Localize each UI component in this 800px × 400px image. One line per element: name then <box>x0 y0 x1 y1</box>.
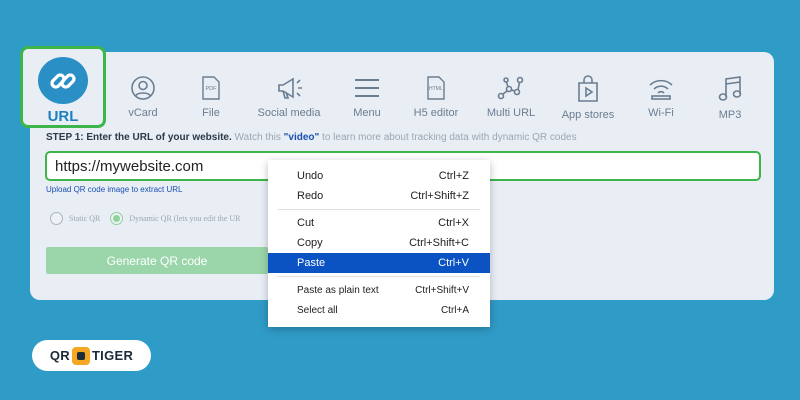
menu-item-label: Select all <box>297 304 338 316</box>
tab-app-stores-label: App stores <box>561 109 615 121</box>
qr-type-selector: Static QR Dynamic QR (lets you edit the … <box>50 212 240 225</box>
menu-item-shortcut: Ctrl+Shift+V <box>415 284 469 296</box>
menu-item-label: Copy <box>297 237 323 249</box>
menu-item-label: Redo <box>297 190 324 202</box>
tab-mp3-label: MP3 <box>718 109 742 121</box>
menu-item-paste-plain[interactable]: Paste as plain text Ctrl+Shift+V <box>268 280 490 300</box>
tab-menu[interactable]: Menu <box>327 75 407 119</box>
step-hint-before: Watch this <box>231 132 284 143</box>
menu-separator <box>278 209 480 210</box>
menu-separator <box>278 276 480 277</box>
step-title: STEP 1: Enter the URL of your website. <box>46 132 232 143</box>
tab-social-media[interactable]: Social media <box>249 75 329 119</box>
svg-text:HTML: HTML <box>429 86 443 92</box>
tab-file-label: File <box>202 107 220 119</box>
menu-item-undo[interactable]: Undo Ctrl+Z <box>268 166 490 186</box>
tab-mp3[interactable]: MP3 <box>690 75 770 121</box>
menu-item-label: Paste <box>297 257 326 269</box>
menu-item-label: Undo <box>297 170 324 182</box>
menu-item-label: Paste as plain text <box>297 284 379 296</box>
menu-item-shortcut: Ctrl+Shift+C <box>409 237 469 249</box>
pdf-file-icon: PDF <box>202 76 220 100</box>
menu-item-select-all[interactable]: Select all Ctrl+A <box>268 300 490 320</box>
tab-multi-url[interactable]: Multi URL <box>471 75 551 119</box>
step-hint-after: to learn more about tracking data with d… <box>319 132 577 143</box>
logo-text-right: TIGER <box>91 348 134 363</box>
video-link[interactable]: "video" <box>284 132 320 143</box>
upload-qr-link[interactable]: Upload QR code image to extract URL <box>46 185 183 194</box>
user-icon <box>131 76 155 100</box>
shopping-bag-icon <box>578 75 598 102</box>
step-instructions: STEP 1: Enter the URL of your website. W… <box>46 132 577 143</box>
static-qr-radio[interactable] <box>50 212 63 225</box>
megaphone-icon <box>278 77 302 99</box>
network-icon <box>497 76 524 100</box>
menu-item-label: Cut <box>297 217 315 229</box>
menu-item-shortcut: Ctrl+A <box>440 304 469 316</box>
tab-multi-url-label: Multi URL <box>486 107 536 119</box>
dynamic-qr-label: Dynamic QR (lets you edit the UR <box>129 214 241 223</box>
wifi-icon <box>649 79 673 100</box>
tab-h5-editor[interactable]: HTML H5 editor <box>396 75 476 119</box>
qr-tiger-logo: QR TIGER <box>32 340 151 371</box>
tab-url[interactable]: URL <box>20 46 106 128</box>
dynamic-qr-radio[interactable] <box>110 212 124 225</box>
tab-url-label: URL <box>47 108 79 125</box>
generate-qr-button[interactable]: Generate QR code <box>46 247 268 274</box>
menu-item-shortcut: Ctrl+V <box>438 257 469 269</box>
tab-social-media-label: Social media <box>257 107 321 119</box>
tab-menu-label: Menu <box>353 107 381 119</box>
tiger-icon <box>71 346 90 365</box>
music-note-icon <box>718 76 742 101</box>
menu-item-paste[interactable]: Paste Ctrl+V <box>268 253 490 273</box>
menu-item-copy[interactable]: Copy Ctrl+Shift+C <box>268 233 490 253</box>
tab-app-stores[interactable]: App stores <box>548 75 628 121</box>
tab-file[interactable]: PDF File <box>171 75 251 119</box>
menu-icon <box>355 79 379 97</box>
link-icon <box>38 57 88 104</box>
tab-h5-editor-label: H5 editor <box>413 107 459 119</box>
menu-item-redo[interactable]: Redo Ctrl+Shift+Z <box>268 186 490 206</box>
tab-wifi-label: Wi-Fi <box>648 107 674 119</box>
svg-text:PDF: PDF <box>206 86 218 92</box>
static-qr-label: Static QR <box>69 214 101 223</box>
html-file-icon: HTML <box>427 76 445 100</box>
tab-wifi[interactable]: Wi-Fi <box>621 75 701 119</box>
menu-item-shortcut: Ctrl+Z <box>438 170 469 182</box>
menu-item-cut[interactable]: Cut Ctrl+X <box>268 213 490 233</box>
context-menu: Undo Ctrl+Z Redo Ctrl+Shift+Z Cut Ctrl+X Co… <box>268 160 490 327</box>
logo-text-left: QR <box>49 348 70 363</box>
menu-item-shortcut: Ctrl+Shift+Z <box>410 190 469 202</box>
menu-item-shortcut: Ctrl+X <box>438 217 469 229</box>
